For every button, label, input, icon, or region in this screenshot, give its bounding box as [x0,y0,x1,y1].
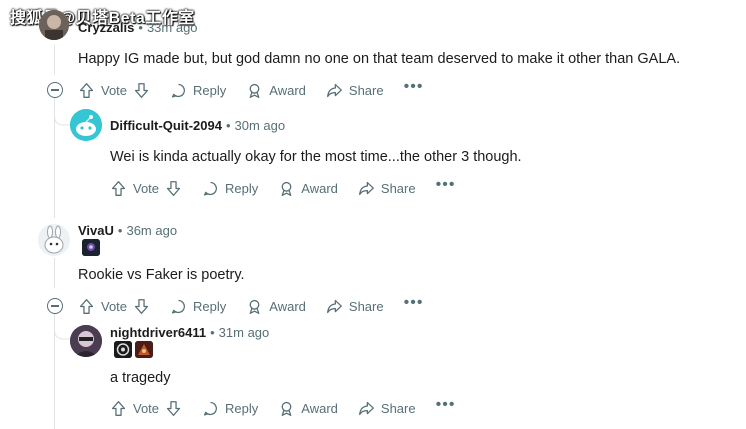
comment-body: Happy IG made but, but god damn no one o… [78,51,681,67]
thread-line [54,45,55,75]
reply-icon [202,180,219,197]
vote-control: Vote [78,298,150,315]
upvote-icon[interactable] [78,82,95,99]
reply-button[interactable]: Reply [170,82,226,99]
award-button[interactable]: Award [246,298,306,315]
more-label: ••• [403,294,424,311]
award-icon [246,298,263,315]
more-label: ••• [403,78,424,95]
reply-label: Reply [225,400,259,416]
upvote-icon[interactable] [78,298,95,315]
award-button[interactable]: Award [278,400,338,417]
collapse-icon[interactable] [47,298,63,314]
avatar[interactable] [70,109,102,141]
vote-control: Vote [110,180,182,197]
reply-button[interactable]: Reply [170,298,226,315]
award-label: Award [269,82,306,98]
reply-label: Reply [225,180,259,196]
award-label: Award [301,400,338,416]
share-label: Share [348,82,384,98]
award-icon [278,400,295,417]
reply-icon [170,82,187,99]
meta-separator: • [138,20,143,35]
award-button[interactable]: Award [278,180,338,197]
comment-body: Wei is kinda actually okay for the most … [110,149,522,165]
more-label: ••• [435,176,456,193]
reply-button[interactable]: Reply [202,180,258,197]
comment-meta: nightdriver6411 • 31m ago [110,325,269,340]
share-icon [358,180,375,197]
meta-separator: • [225,118,231,133]
reply-label: Reply [193,298,227,314]
more-icon[interactable]: ••• [404,78,424,96]
vote-label: Vote [133,400,160,416]
vote-control: Vote [78,82,150,99]
award-icon [246,82,263,99]
share-icon [326,82,343,99]
award-label: Award [301,180,338,196]
meta-separator: • [210,325,215,340]
comment-author[interactable]: Cryzzalis [78,20,134,35]
avatar[interactable] [39,10,69,40]
comment-actions: Vote Reply Award Share ••• [110,176,475,198]
award-button[interactable]: Award [246,82,306,99]
comment-author[interactable]: VivaU [78,223,114,238]
comment-time[interactable]: 36m ago [126,223,177,238]
share-button[interactable]: Share [326,82,384,99]
share-button[interactable]: Share [358,180,416,197]
more-icon[interactable]: ••• [404,294,424,312]
comment-body: Rookie vs Faker is poetry. [78,267,245,283]
more-label: ••• [435,396,456,413]
collapse-icon[interactable] [47,82,63,98]
more-icon[interactable]: ••• [436,396,456,414]
comment-author[interactable]: nightdriver6411 [110,325,206,340]
avatar[interactable] [70,325,102,357]
thread-line [54,258,55,288]
reply-label: Reply [193,82,227,98]
vote-label: Vote [133,180,160,196]
meta-separator: • [117,223,123,238]
share-icon [358,400,375,417]
comment-actions: Vote Reply Award Share ••• [78,294,443,316]
more-icon[interactable]: ••• [436,176,456,194]
award-icon [278,180,295,197]
comment-meta: Difficult-Quit-2094 • 30m ago [110,118,285,133]
upvote-icon[interactable] [110,180,127,197]
vote-control: Vote [110,400,182,417]
share-icon [326,298,343,315]
comment-time[interactable]: 31m ago [219,325,270,340]
reply-button[interactable]: Reply [202,400,258,417]
reply-icon [170,298,187,315]
downvote-icon[interactable] [133,298,150,315]
user-flair-icon [135,341,153,358]
comment-meta: VivaU • 36m ago [78,223,177,238]
share-label: Share [348,298,384,314]
comment-author[interactable]: Difficult-Quit-2094 [110,118,222,133]
share-label: Share [380,400,416,416]
comment-actions: Vote Reply Award Share ••• [110,396,475,418]
user-flair-icon [82,239,100,256]
comment-time[interactable]: 33m ago [147,20,198,35]
upvote-icon[interactable] [110,400,127,417]
downvote-icon[interactable] [165,180,182,197]
avatar[interactable] [38,224,70,256]
downvote-icon[interactable] [133,82,150,99]
share-label: Share [380,180,416,196]
award-label: Award [269,298,306,314]
comment-meta: Cryzzalis • 33m ago [78,20,198,35]
comment-body: a tragedy [110,370,171,386]
share-button[interactable]: Share [358,400,416,417]
share-button[interactable]: Share [326,298,384,315]
comment-time[interactable]: 30m ago [235,118,286,133]
vote-label: Vote [101,82,128,98]
reply-icon [202,400,219,417]
vote-label: Vote [101,298,128,314]
comment-actions: Vote Reply Award Share ••• [78,78,443,100]
downvote-icon[interactable] [165,400,182,417]
user-flair-icon [114,341,132,358]
